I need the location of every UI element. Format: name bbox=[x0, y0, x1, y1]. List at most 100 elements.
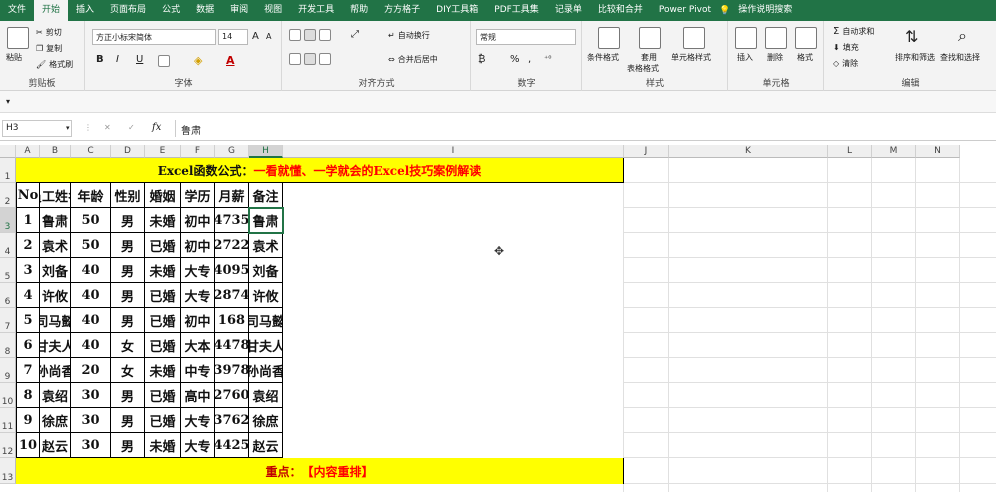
table-cell[interactable]: 50 bbox=[71, 208, 111, 233]
table-cell[interactable]: 40 bbox=[71, 308, 111, 333]
table-cell[interactable]: 袁术 bbox=[249, 233, 283, 258]
delete-icon[interactable] bbox=[765, 27, 787, 49]
orientation-icon[interactable]: ⤢ bbox=[351, 29, 359, 40]
table-cell[interactable]: 司马懿 bbox=[40, 308, 71, 333]
table-cell[interactable]: 初中 bbox=[181, 308, 215, 333]
sort-icon[interactable]: ⇅ bbox=[905, 27, 918, 46]
table-cell[interactable]: 3978 bbox=[215, 358, 249, 383]
column-header[interactable]: F bbox=[181, 145, 215, 158]
row-header[interactable]: 8 bbox=[0, 333, 16, 358]
row-header[interactable]: 4 bbox=[0, 233, 16, 258]
tab-13[interactable]: 记录单 bbox=[547, 0, 590, 21]
table-cell[interactable]: 已婚 bbox=[145, 233, 181, 258]
table-cell[interactable]: 50 bbox=[71, 233, 111, 258]
shrink-font-button[interactable]: A bbox=[266, 32, 271, 41]
table-cell[interactable]: 大专 bbox=[181, 283, 215, 308]
table-cell[interactable]: 徐庶 bbox=[40, 408, 71, 433]
tab-9[interactable]: 帮助 bbox=[342, 0, 376, 21]
bold-button[interactable]: B bbox=[96, 54, 104, 65]
column-header[interactable]: J bbox=[624, 145, 669, 158]
select-all-corner[interactable] bbox=[0, 145, 16, 158]
percent-button[interactable]: % bbox=[510, 54, 520, 65]
row-header[interactable]: 9 bbox=[0, 358, 16, 383]
comma-button[interactable]: , bbox=[528, 54, 531, 65]
table-cell[interactable]: 10 bbox=[16, 433, 40, 458]
column-header[interactable]: I bbox=[283, 145, 624, 158]
paste-icon[interactable] bbox=[7, 27, 29, 49]
tab-16[interactable]: 操作说明搜索 bbox=[730, 0, 800, 21]
column-header[interactable]: M bbox=[872, 145, 916, 158]
table-cell[interactable]: 赵云 bbox=[40, 433, 71, 458]
tab-4[interactable]: 公式 bbox=[154, 0, 188, 21]
table-cell[interactable]: 女 bbox=[111, 358, 145, 383]
border-icon[interactable] bbox=[158, 55, 170, 67]
table-cell[interactable]: 30 bbox=[71, 408, 111, 433]
underline-button[interactable]: U bbox=[136, 54, 143, 65]
table-cell[interactable]: 3762 bbox=[215, 408, 249, 433]
tab-12[interactable]: PDF工具集 bbox=[486, 0, 547, 21]
fill-color-icon[interactable]: ◈ bbox=[194, 54, 202, 67]
tab-2[interactable]: 插入 bbox=[68, 0, 102, 21]
column-header[interactable]: B bbox=[40, 145, 71, 158]
left-align-icon[interactable] bbox=[289, 53, 331, 65]
table-cell[interactable]: 7 bbox=[16, 358, 40, 383]
table-format-icon[interactable] bbox=[639, 27, 661, 49]
row-header[interactable]: 3 bbox=[0, 208, 16, 233]
table-cell[interactable]: 30 bbox=[71, 433, 111, 458]
table-cell[interactable]: 初中 bbox=[181, 208, 215, 233]
table-cell[interactable]: 40 bbox=[71, 258, 111, 283]
insert-button[interactable]: 插入 bbox=[737, 52, 753, 63]
title-cell[interactable]: Excel函数公式： 一看就懂、一学就会的Excel技巧案例解读 bbox=[16, 158, 624, 183]
table-cell[interactable]: 4 bbox=[16, 283, 40, 308]
formula-input[interactable]: 鲁肃 bbox=[175, 120, 993, 137]
tab-8[interactable]: 开发工具 bbox=[290, 0, 342, 21]
table-cell[interactable]: 已婚 bbox=[145, 283, 181, 308]
table-cell[interactable]: 司马懿 bbox=[249, 308, 283, 333]
table-cell[interactable]: 5 bbox=[16, 308, 40, 333]
tab-11[interactable]: DIY工具箱 bbox=[428, 0, 486, 21]
table-cell[interactable]: 未婚 bbox=[145, 258, 181, 283]
tab-10[interactable]: 方方格子 bbox=[376, 0, 428, 21]
format-icon[interactable] bbox=[795, 27, 817, 49]
table-cell[interactable]: 袁术 bbox=[40, 233, 71, 258]
table-cell[interactable]: 男 bbox=[111, 433, 145, 458]
find-select-button[interactable]: 查找和选择 bbox=[940, 52, 980, 63]
table-cell[interactable]: 2 bbox=[16, 233, 40, 258]
name-box[interactable]: H3 bbox=[2, 120, 72, 137]
cell-style-button[interactable]: 单元格样式 bbox=[671, 52, 711, 63]
row-header[interactable]: 10 bbox=[0, 383, 16, 408]
table-cell[interactable]: 甘夫人 bbox=[40, 333, 71, 358]
table-cell[interactable]: 30 bbox=[71, 383, 111, 408]
top-align-icon[interactable] bbox=[289, 29, 331, 41]
autosum-button[interactable]: Σ 自动求和 bbox=[833, 26, 874, 37]
table-cell[interactable]: 孙尚香 bbox=[40, 358, 71, 383]
tab-7[interactable]: 视图 bbox=[256, 0, 290, 21]
table-cell[interactable]: 2722 bbox=[215, 233, 249, 258]
table-cell[interactable]: 刘备 bbox=[40, 258, 71, 283]
row-header[interactable]: 7 bbox=[0, 308, 16, 333]
header-cell[interactable]: 备注 bbox=[249, 183, 283, 208]
cell-style-icon[interactable] bbox=[683, 27, 705, 49]
number-format-select[interactable]: 常规 bbox=[476, 29, 576, 45]
table-cell[interactable]: 男 bbox=[111, 408, 145, 433]
table-cell[interactable]: 168 bbox=[215, 308, 249, 333]
table-cell[interactable]: 未婚 bbox=[145, 433, 181, 458]
row-header[interactable]: 13 bbox=[0, 458, 16, 484]
row-header[interactable]: 2 bbox=[0, 183, 16, 208]
table-cell[interactable]: 40 bbox=[71, 283, 111, 308]
table-cell[interactable]: 4425 bbox=[215, 433, 249, 458]
tab-6[interactable]: 审阅 bbox=[222, 0, 256, 21]
header-cell[interactable]: 月薪 bbox=[215, 183, 249, 208]
table-cell[interactable]: 2760 bbox=[215, 383, 249, 408]
header-cell[interactable]: No bbox=[16, 183, 40, 208]
column-header[interactable]: N bbox=[916, 145, 960, 158]
cut-button[interactable]: ✂ 剪切 bbox=[36, 27, 62, 38]
table-cell[interactable]: 男 bbox=[111, 233, 145, 258]
tab-3[interactable]: 页面布局 bbox=[102, 0, 154, 21]
format-button[interactable]: 格式 bbox=[797, 52, 813, 63]
table-cell[interactable]: 9 bbox=[16, 408, 40, 433]
column-header[interactable]: C bbox=[71, 145, 111, 158]
table-cell[interactable]: 袁绍 bbox=[249, 383, 283, 408]
merge-center-button[interactable]: ⇔ 合并后居中 bbox=[388, 54, 438, 65]
namebox-dropdown-icon[interactable]: ▾ bbox=[66, 124, 70, 132]
